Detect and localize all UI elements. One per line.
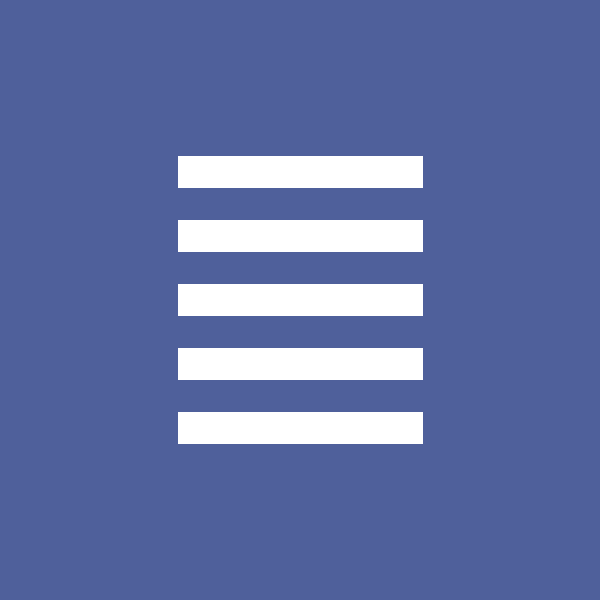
app-screen: [0, 0, 600, 600]
menu-line: [178, 156, 423, 188]
menu-line: [178, 220, 423, 252]
menu-line: [178, 412, 423, 444]
menu-button[interactable]: [178, 156, 423, 444]
menu-line: [178, 284, 423, 316]
menu-line: [178, 348, 423, 380]
